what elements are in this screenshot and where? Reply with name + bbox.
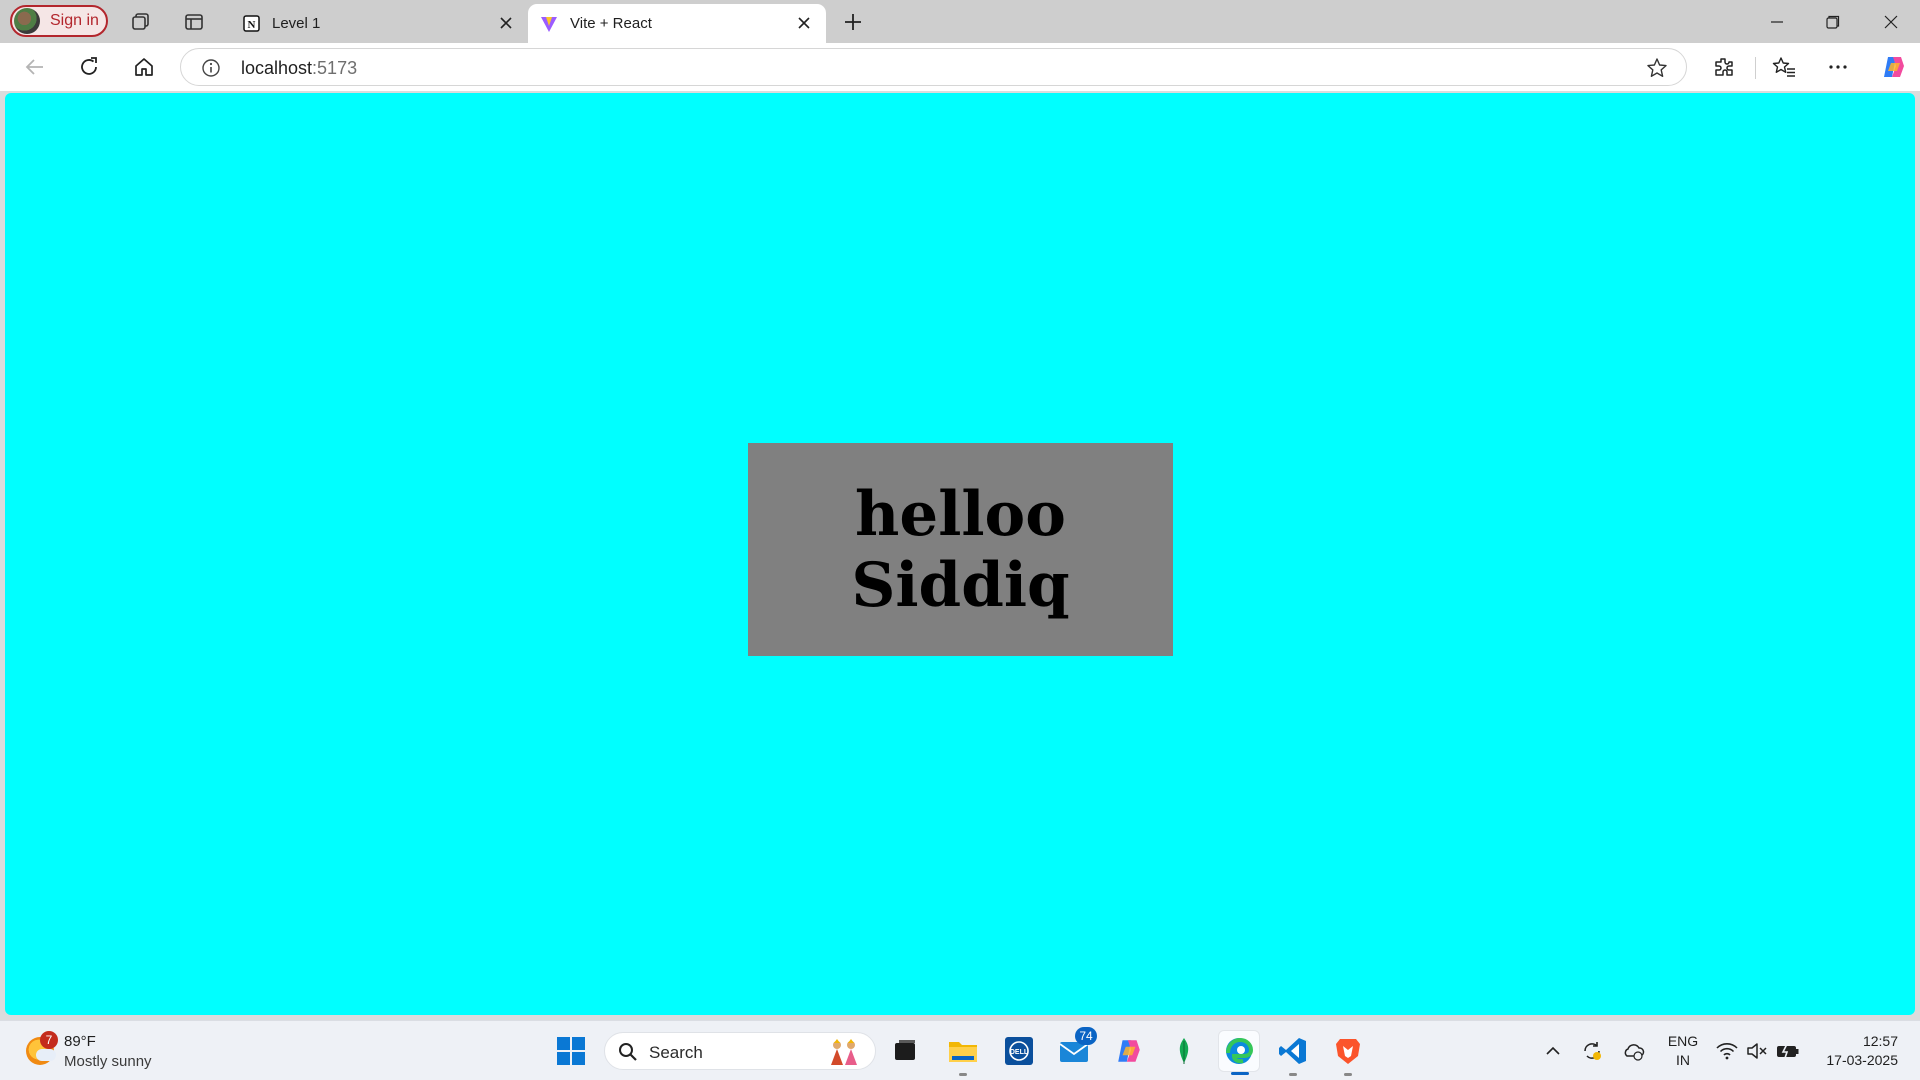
tab-vite-react[interactable]: Vite + React (528, 4, 826, 43)
sign-in-label: Sign in (50, 12, 99, 29)
refresh-icon[interactable] (74, 52, 104, 82)
brave-lion-icon (1336, 1039, 1360, 1064)
start-button[interactable] (550, 1030, 592, 1072)
avatar (14, 8, 40, 34)
wifi-icon[interactable] (1715, 1039, 1739, 1063)
back-arrow-icon[interactable] (20, 52, 50, 82)
mongodb-leaf-icon (1179, 1038, 1189, 1064)
language-code: ENG (1667, 1033, 1699, 1049)
weather-widget[interactable]: 7 89°F Mostly sunny (24, 1031, 184, 1073)
tab-actions-icon[interactable] (181, 9, 207, 35)
close-window-icon[interactable] (1876, 7, 1906, 37)
svg-text:N: N (247, 19, 255, 31)
active-indicator (1231, 1072, 1249, 1075)
running-indicator (1344, 1073, 1352, 1076)
close-icon[interactable] (496, 13, 516, 33)
url-host: localhost (241, 58, 313, 78)
greeting-heading: helloo Siddiq (851, 479, 1069, 621)
profile-sign-in-button[interactable]: Sign in (10, 5, 108, 37)
copilot-icon[interactable] (1879, 52, 1909, 82)
close-icon[interactable] (794, 13, 814, 33)
page-viewport: helloo Siddiq (5, 93, 1915, 1015)
weather-badge: 7 (40, 1031, 58, 1049)
speaker-muted-icon[interactable] (1745, 1039, 1769, 1063)
sync-icon[interactable] (1580, 1039, 1604, 1063)
more-options-icon[interactable] (1823, 52, 1853, 82)
toolbar-divider (1755, 57, 1756, 79)
address-toolbar: localhost:5173 (0, 43, 1920, 91)
copilot-icon (1118, 1040, 1140, 1062)
taskbar-app-dell[interactable]: DELL (998, 1030, 1040, 1072)
weather-condition: Mostly sunny (64, 1053, 152, 1070)
taskbar-app-mongodb[interactable] (1163, 1030, 1205, 1072)
dell-icon: DELL (1005, 1037, 1033, 1065)
search-icon (618, 1042, 638, 1062)
region-code: IN (1676, 1052, 1690, 1068)
heading-line-1: helloo (855, 478, 1066, 550)
address-bar[interactable]: localhost:5173 (180, 48, 1687, 86)
new-tab-icon[interactable] (840, 9, 866, 35)
tab-strip: Sign in N Level 1 Vite + React (0, 0, 1920, 43)
tab-title: Vite + React (570, 15, 652, 32)
svg-text:DELL: DELL (1010, 1049, 1029, 1056)
workspaces-icon[interactable] (128, 9, 154, 35)
vscode-icon (1279, 1038, 1306, 1064)
heading-line-2: Siddiq (851, 549, 1070, 621)
taskbar-app-vscode[interactable] (1272, 1030, 1314, 1076)
add-favorite-star-icon[interactable] (1646, 57, 1668, 79)
running-indicator (1289, 1073, 1297, 1076)
show-hidden-icons-chevron-icon[interactable] (1541, 1039, 1565, 1063)
weather-cloud-icon (36, 1049, 56, 1061)
favorites-icon[interactable] (1769, 52, 1799, 82)
extensions-icon[interactable] (1709, 52, 1739, 82)
search-placeholder: Search (649, 1043, 703, 1062)
taskbar-app-mail[interactable]: 74 (1053, 1027, 1097, 1072)
cloud-status-icon[interactable] (1621, 1039, 1645, 1063)
system-clock[interactable]: 12:57 17-03-2025 (1812, 1032, 1898, 1070)
home-icon[interactable] (129, 52, 159, 82)
taskbar-app-task-view[interactable] (884, 1030, 926, 1072)
mail-unread-badge: 74 (1075, 1027, 1097, 1045)
clock-date: 17-03-2025 (1826, 1052, 1898, 1068)
running-indicator (959, 1073, 967, 1076)
site-info-icon[interactable] (201, 58, 221, 78)
clock-time: 12:57 (1862, 1033, 1898, 1049)
taskbar-search-box[interactable]: Search (604, 1032, 876, 1070)
taskbar-app-edge[interactable] (1218, 1030, 1260, 1075)
windows-logo-icon (557, 1037, 585, 1065)
folder-icon (949, 1042, 977, 1062)
input-language-indicator[interactable]: ENG IN (1664, 1032, 1702, 1070)
task-view-icon (895, 1040, 915, 1060)
taskbar-app-copilot[interactable] (1108, 1030, 1150, 1072)
battery-charging-icon[interactable] (1776, 1039, 1800, 1063)
greeting-card: helloo Siddiq (748, 443, 1173, 656)
notion-icon: N (242, 15, 260, 33)
weather-temperature: 89°F (64, 1033, 96, 1050)
url-port: :5173 (312, 58, 358, 78)
minimize-icon[interactable] (1762, 7, 1792, 37)
tab-level-1[interactable]: N Level 1 (230, 4, 528, 43)
tab-title: Level 1 (272, 15, 321, 32)
taskbar: 7 89°F Mostly sunny Search DELL 74 ENG I… (0, 1020, 1920, 1080)
taskbar-app-brave[interactable] (1327, 1030, 1369, 1076)
restore-icon[interactable] (1818, 7, 1848, 37)
taskbar-app-file-explorer[interactable] (942, 1030, 984, 1076)
url-text[interactable]: localhost:5173 (241, 58, 357, 79)
search-highlight-figures-icon (827, 1037, 861, 1067)
edge-icon (1226, 1037, 1254, 1064)
vite-icon (540, 15, 558, 33)
